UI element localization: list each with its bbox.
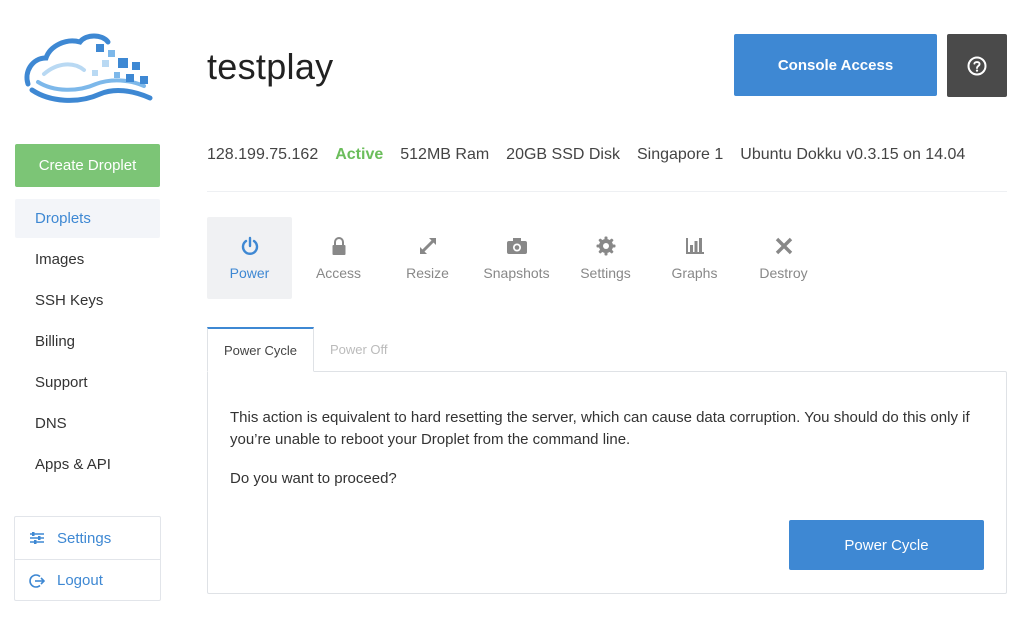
cloud-logo-icon <box>24 33 153 103</box>
tab-graphs-label: Graphs <box>671 265 718 281</box>
page-title: testplay <box>207 46 334 87</box>
tab-access-label: Access <box>315 265 362 281</box>
settings-label: Settings <box>57 529 112 547</box>
disk-info: 20GB SSD Disk <box>506 146 620 163</box>
sidebar-item-images[interactable]: Images <box>15 240 160 279</box>
status-badge: Active <box>335 146 384 163</box>
sidebar-nav: Droplets Images SSH Keys Billing Support… <box>15 199 160 486</box>
tab-access[interactable]: Access <box>296 217 381 299</box>
region-info: Singapore 1 <box>636 146 724 163</box>
bar-chart-icon <box>684 235 706 257</box>
tab-destroy-label: Destroy <box>759 265 808 281</box>
sidebar-item-support[interactable]: Support <box>15 363 160 402</box>
camera-icon <box>506 235 528 257</box>
x-icon <box>773 235 795 257</box>
question-circle-icon <box>967 56 987 75</box>
sidebar-item-dns[interactable]: DNS <box>15 404 160 443</box>
tab-power-off[interactable]: Power Off <box>314 327 404 372</box>
sidebar-item-ssh-keys[interactable]: SSH Keys <box>15 281 160 320</box>
sliders-icon <box>29 530 45 546</box>
tab-resize-label: Resize <box>406 265 449 281</box>
tab-power[interactable]: Power <box>207 217 292 299</box>
resize-icon <box>417 235 439 257</box>
image-info: Ubuntu Dokku v0.3.15 on 14.04 <box>740 146 966 163</box>
sidebar-settings-link[interactable]: Settings <box>15 517 160 559</box>
warning-text: This action is equivalent to hard resett… <box>230 409 970 448</box>
sidebar-item-droplets[interactable]: Droplets <box>15 199 160 238</box>
droplet-info: 128.199.75.162 Active 512MB Ram 20GB SSD… <box>207 146 965 164</box>
tab-power-label: Power <box>229 265 270 281</box>
ram-info: 512MB Ram <box>400 146 490 163</box>
account-menu: Settings Logout <box>14 516 161 601</box>
tab-snapshots-label: Snapshots <box>483 265 550 281</box>
help-button[interactable] <box>947 34 1007 97</box>
sidebar-item-apps-api[interactable]: Apps & API <box>15 445 160 484</box>
power-cycle-button[interactable]: Power Cycle <box>789 520 984 570</box>
tab-settings[interactable]: Settings <box>563 217 648 299</box>
tab-resize[interactable]: Resize <box>385 217 470 299</box>
power-subtabs: Power Cycle Power Off <box>207 327 404 372</box>
tab-power-cycle[interactable]: Power Cycle <box>207 327 314 372</box>
logout-label: Logout <box>57 572 103 589</box>
sidebar-item-billing[interactable]: Billing <box>15 322 160 361</box>
gear-icon <box>595 235 617 257</box>
tab-destroy[interactable]: Destroy <box>741 217 826 299</box>
sidebar-logout-link[interactable]: Logout <box>15 559 160 601</box>
tab-settings-label: Settings <box>580 265 631 281</box>
action-tabs: Power Access Resize Snapshots Settings G… <box>207 217 830 299</box>
power-cycle-panel: This action is equivalent to hard resett… <box>207 371 1007 594</box>
tab-graphs[interactable]: Graphs <box>652 217 737 299</box>
lock-icon <box>328 235 350 257</box>
divider <box>207 191 1007 192</box>
tab-snapshots[interactable]: Snapshots <box>474 217 559 299</box>
logo[interactable] <box>22 32 154 106</box>
ip-address: 128.199.75.162 <box>207 146 319 163</box>
power-icon <box>239 235 261 257</box>
create-droplet-button[interactable]: Create Droplet <box>15 144 160 187</box>
console-access-button[interactable]: Console Access <box>734 34 937 96</box>
logout-icon <box>29 573 45 589</box>
confirm-question: Do you want to proceed? <box>230 470 397 487</box>
